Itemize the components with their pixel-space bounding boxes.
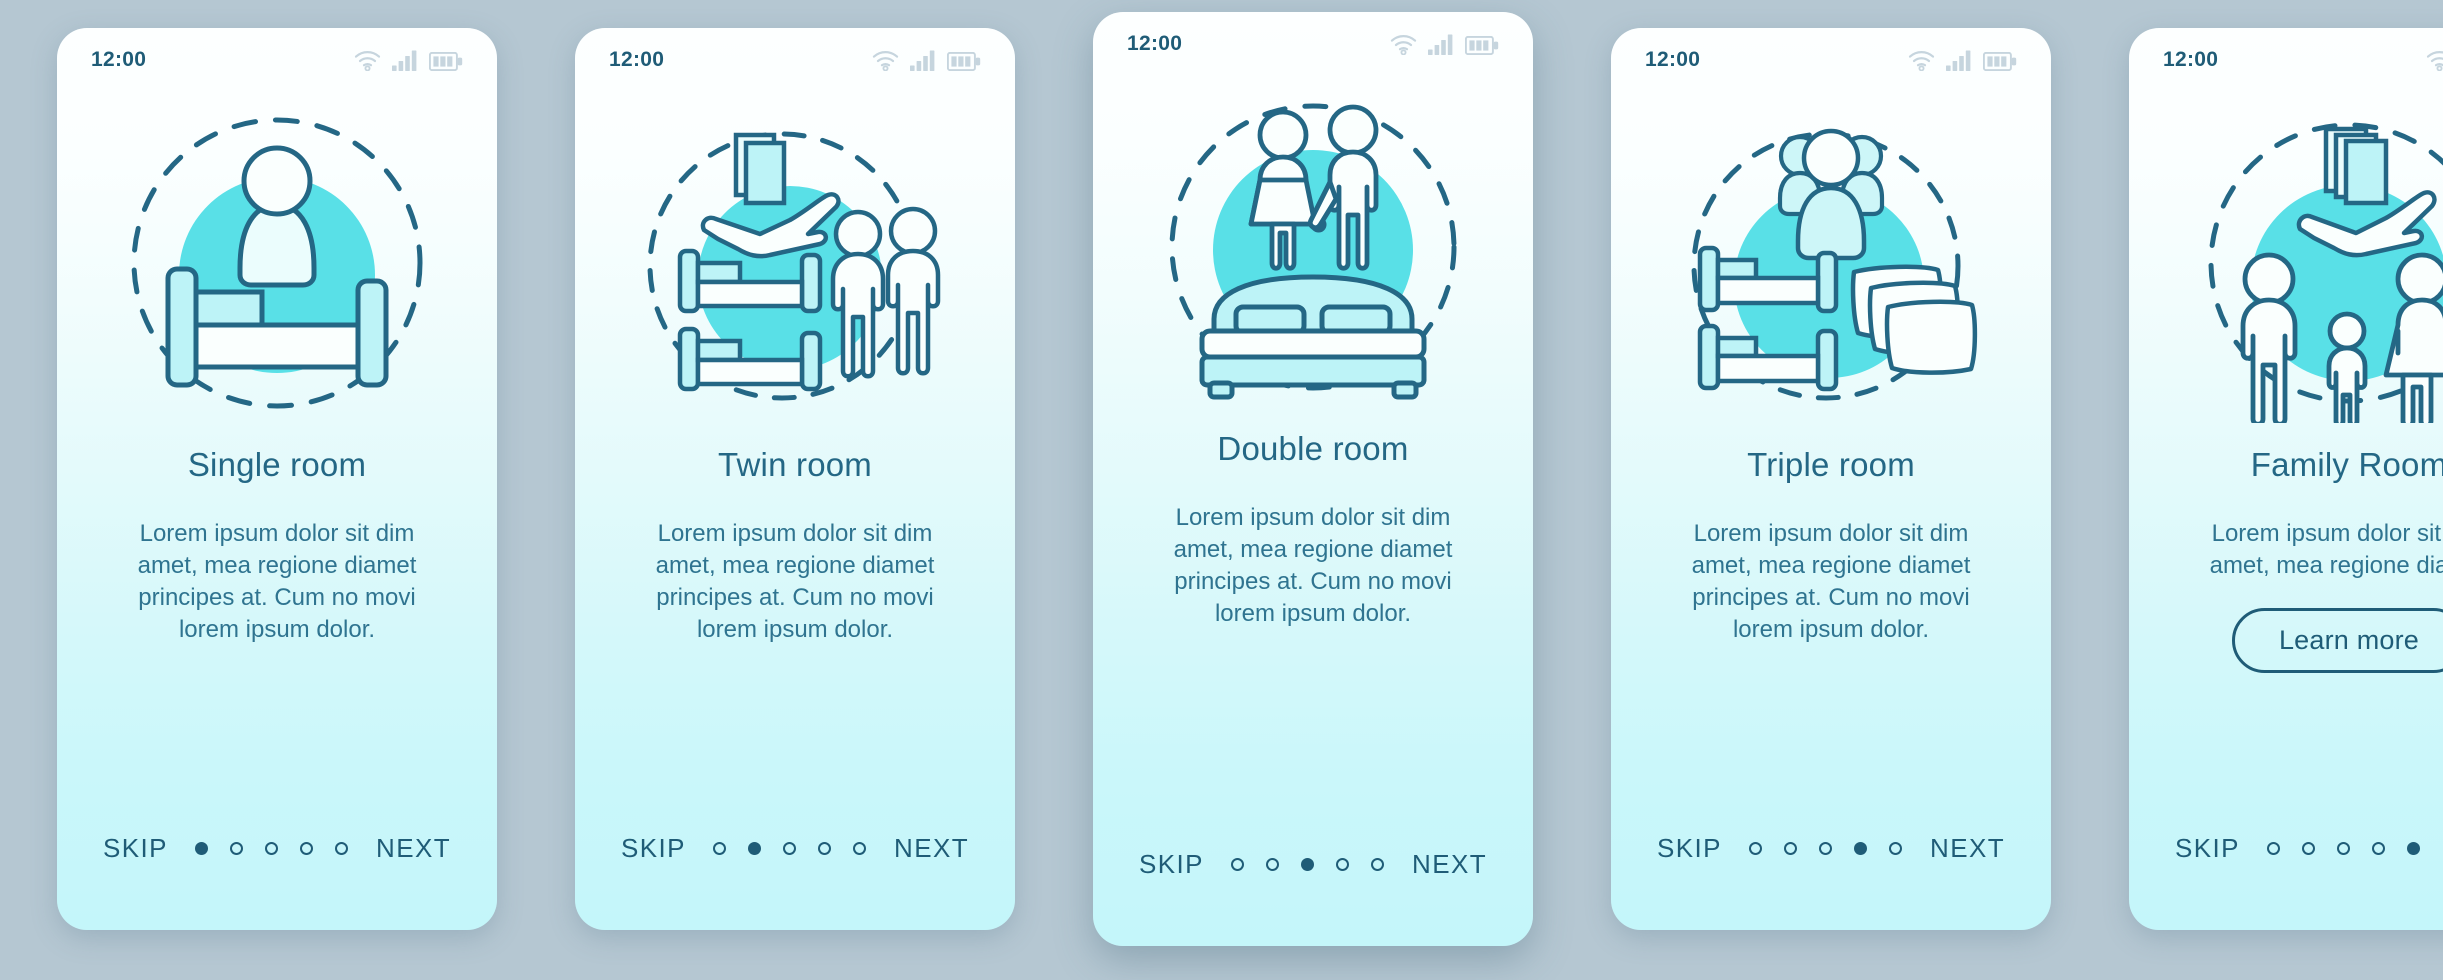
screen-title: Twin room <box>717 446 872 483</box>
pagination-dot[interactable] <box>783 842 797 855</box>
battery-icon <box>429 51 463 71</box>
pagination-dot[interactable] <box>195 842 209 855</box>
illustration-family-with-hand-holding-cards <box>2129 98 2443 428</box>
pagination-dots <box>2267 842 2421 855</box>
status-bar: 12:00 <box>2129 28 2443 92</box>
pagination-dot[interactable] <box>1819 842 1833 855</box>
illustration-double-bed-with-couple <box>1093 82 1533 412</box>
learn-more-row: Learn more <box>2129 607 2443 673</box>
pagination-dot[interactable] <box>1784 842 1798 855</box>
illustration-twin-beds-with-two-people <box>575 98 1015 428</box>
status-bar-clock: 12:00 <box>91 48 147 71</box>
onboarding-screen-single-room: 12:00 Single room Lorem ipsum dolor sit … <box>57 28 497 930</box>
screen-title: Double room <box>1217 430 1409 467</box>
next-button[interactable]: NEXT <box>894 833 969 864</box>
next-button[interactable]: NEXT <box>376 833 451 864</box>
learn-more-button[interactable]: Learn more <box>2231 607 2443 673</box>
next-button[interactable]: NEXT <box>1412 849 1487 880</box>
status-bar-icons <box>2426 50 2443 71</box>
status-bar-clock: 12:00 <box>609 48 665 71</box>
status-bar-clock: 12:00 <box>1127 32 1183 55</box>
pagination-dots <box>1749 842 1903 855</box>
pagination-dot[interactable] <box>265 842 279 855</box>
screen-body-text: Lorem ipsum dolor sit dim amet, mea regi… <box>1173 504 1453 627</box>
wifi-icon <box>1390 34 1417 55</box>
screen-footer: SKIP NEXT <box>1093 849 1533 946</box>
pagination-dots <box>713 842 867 855</box>
pagination-dots <box>1231 858 1385 871</box>
battery-icon <box>947 51 981 71</box>
onboarding-screen-triple-room: 12:00 Triple room Lorem ipsum dolor sit … <box>1611 28 2051 930</box>
pagination-dot[interactable] <box>2267 842 2281 855</box>
pagination-dot[interactable] <box>818 842 832 855</box>
screen-body-text: Lorem ipsum dolor sit dim amet, mea regi… <box>137 520 417 643</box>
status-bar-icons <box>872 50 981 71</box>
status-bar-icons <box>1908 50 2017 71</box>
battery-icon <box>1465 35 1499 55</box>
pagination-dot[interactable] <box>1371 858 1385 871</box>
status-bar: 12:00 <box>575 28 1015 92</box>
screen-title: Family Room <box>2250 446 2443 483</box>
status-bar-clock: 12:00 <box>2163 48 2219 71</box>
pagination-dot[interactable] <box>1301 858 1315 871</box>
screen-body-text: Lorem ipsum dolor sit dim amet, mea regi… <box>655 520 935 643</box>
onboarding-screen-family-room: 12:00 Family Room Lorem ipsum dolor sit … <box>2129 28 2443 930</box>
wifi-icon <box>1908 50 1935 71</box>
screen-footer: SKIP NEXT <box>2129 833 2443 930</box>
pagination-dot[interactable] <box>2337 842 2351 855</box>
screen-footer: SKIP NEXT <box>57 833 497 930</box>
wifi-icon <box>354 50 381 71</box>
signal-bars-icon <box>1428 34 1454 55</box>
next-button[interactable]: NEXT <box>1930 833 2005 864</box>
pagination-dot[interactable] <box>1336 858 1350 871</box>
screen-title: Triple room <box>1747 446 1915 483</box>
onboarding-screen-double-room: 12:00 Double room Lorem ipsum dolor sit … <box>1093 12 1533 946</box>
skip-button[interactable]: SKIP <box>2175 833 2240 864</box>
pagination-dot[interactable] <box>1231 858 1245 871</box>
onboarding-screen-twin-room: 12:00 Twin room Lorem ipsum dolor sit di… <box>575 28 1015 930</box>
pagination-dot[interactable] <box>1889 842 1903 855</box>
skip-button[interactable]: SKIP <box>103 833 168 864</box>
pagination-dot[interactable] <box>853 842 867 855</box>
pagination-dot[interactable] <box>713 842 727 855</box>
pagination-dot[interactable] <box>335 842 349 855</box>
screen-footer: SKIP NEXT <box>1611 833 2051 930</box>
status-bar: 12:00 <box>57 28 497 92</box>
pagination-dots <box>195 842 349 855</box>
pagination-dot[interactable] <box>1749 842 1763 855</box>
status-bar-icons <box>354 50 463 71</box>
status-bar: 12:00 <box>1093 12 1533 76</box>
skip-button[interactable]: SKIP <box>1657 833 1722 864</box>
pagination-dot[interactable] <box>1266 858 1280 871</box>
pagination-dot[interactable] <box>1854 842 1868 855</box>
screen-body-text: Lorem ipsum dolor sit dim amet, mea regi… <box>1691 520 1971 643</box>
pagination-dot[interactable] <box>230 842 244 855</box>
pagination-dot[interactable] <box>300 842 314 855</box>
skip-button[interactable]: SKIP <box>1139 849 1204 880</box>
battery-icon <box>1983 51 2017 71</box>
screen-footer: SKIP NEXT <box>575 833 1015 930</box>
illustration-single-bed-with-person <box>57 98 497 428</box>
screen-title: Single room <box>187 446 367 483</box>
pagination-dot[interactable] <box>748 842 762 855</box>
onboarding-screens-row: 12:00 Single room Lorem ipsum dolor sit … <box>0 0 2443 980</box>
signal-bars-icon <box>910 50 936 71</box>
illustration-bunk-beds-with-group-and-pillows <box>1611 98 2051 428</box>
status-bar-clock: 12:00 <box>1645 48 1701 71</box>
signal-bars-icon <box>1946 50 1972 71</box>
pagination-dot[interactable] <box>2407 842 2421 855</box>
screen-body-text: Lorem ipsum dolor sit dim amet, mea regi… <box>2209 520 2443 579</box>
status-bar-icons <box>1390 34 1499 55</box>
pagination-dot[interactable] <box>2302 842 2316 855</box>
signal-bars-icon <box>392 50 418 71</box>
wifi-icon <box>872 50 899 71</box>
status-bar: 12:00 <box>1611 28 2051 92</box>
pagination-dot[interactable] <box>2372 842 2386 855</box>
skip-button[interactable]: SKIP <box>621 833 686 864</box>
wifi-icon <box>2426 50 2443 71</box>
